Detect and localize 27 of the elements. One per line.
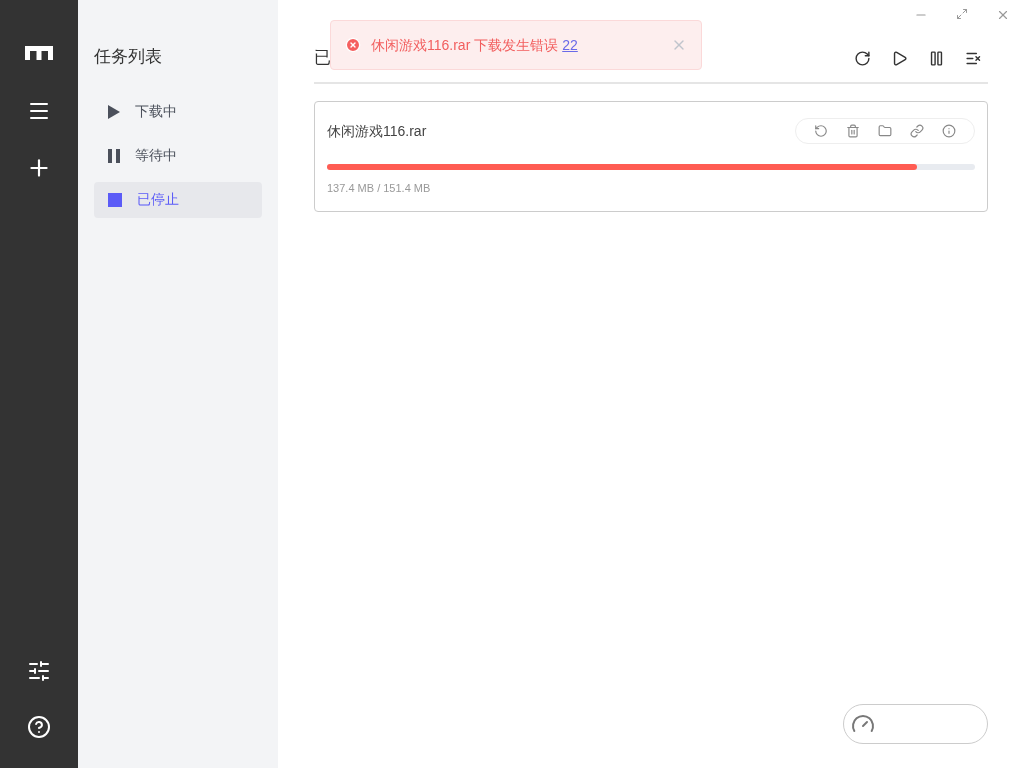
sidebar-title: 任务列表	[94, 46, 163, 68]
stop-icon	[107, 191, 123, 208]
page-title: 已	[314, 47, 331, 70]
restart-icon[interactable]	[814, 124, 828, 138]
task-size: 137.4 MB / 151.4 MB	[327, 181, 432, 196]
maximize-icon[interactable]	[956, 8, 968, 20]
toast-link[interactable]: 22	[562, 34, 578, 56]
help-icon[interactable]	[27, 715, 51, 739]
delete-icon[interactable]	[846, 124, 860, 138]
close-icon[interactable]	[996, 8, 1010, 22]
info-icon[interactable]	[942, 124, 956, 138]
settings-icon[interactable]	[27, 659, 51, 683]
folder-icon[interactable]	[878, 124, 892, 138]
toast-message: 休闲游戏116.rar 下载发生错误	[371, 35, 559, 55]
play-icon	[107, 103, 121, 120]
pause-icon	[107, 147, 121, 164]
task-name: 休闲游戏116.rar	[327, 121, 427, 141]
link-icon[interactable]	[910, 124, 924, 138]
pause-icon[interactable]	[928, 49, 945, 67]
task-card[interactable]: 休闲游戏116.rar 137.4 MB / 151.4 MB	[314, 101, 988, 212]
logo-icon	[25, 44, 53, 60]
sidebar-item[interactable]: 已停止	[94, 181, 262, 218]
play-icon[interactable]	[891, 49, 908, 67]
refresh-icon[interactable]	[854, 49, 871, 67]
sidebar-item[interactable]: 等待中	[94, 137, 262, 174]
error-icon	[345, 37, 361, 53]
sidebar-item[interactable]: 下载中	[94, 93, 262, 130]
